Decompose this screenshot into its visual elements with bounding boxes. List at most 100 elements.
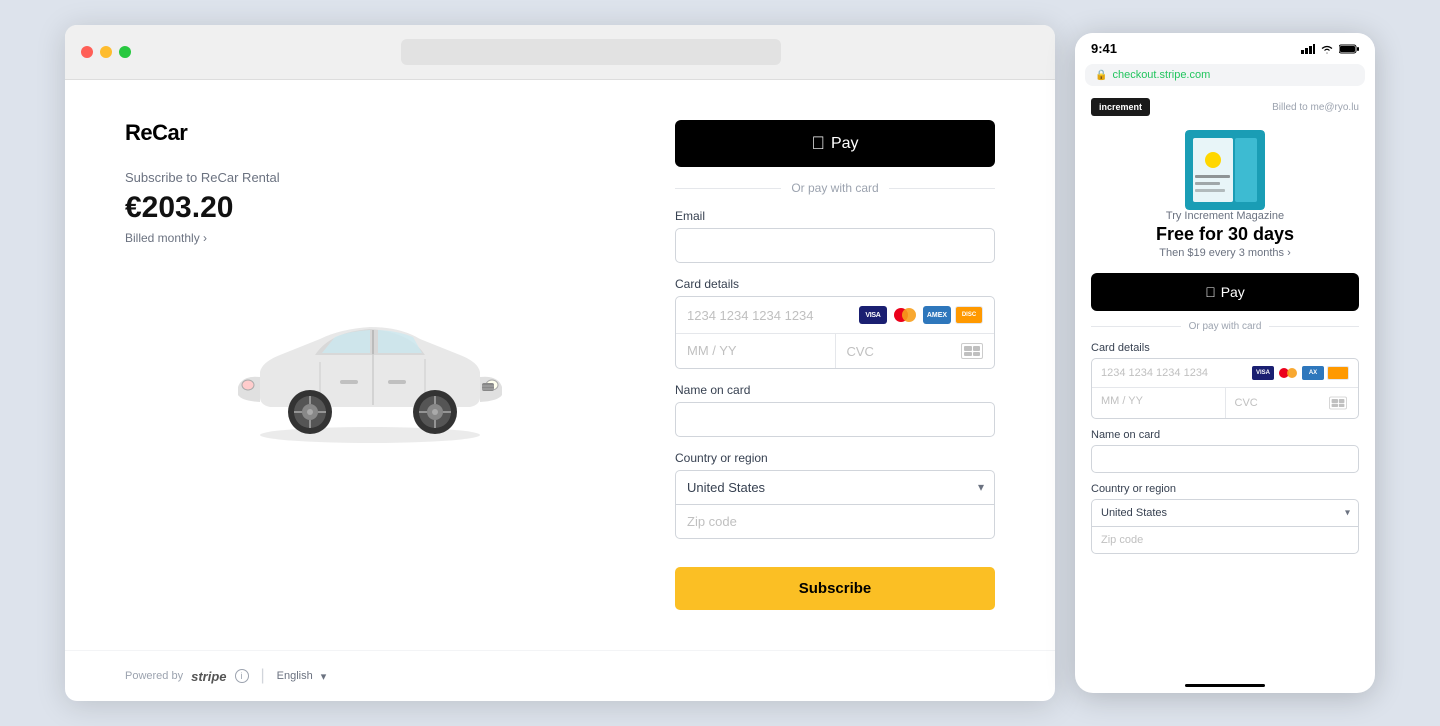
browser-footer: Powered by stripe i | English ▾ bbox=[65, 650, 1055, 701]
price: €203.20 bbox=[125, 191, 615, 225]
email-input[interactable] bbox=[675, 228, 995, 263]
mobile-expiry-cvc-row: MM / YY CVC bbox=[1092, 388, 1358, 418]
dot-minimize[interactable] bbox=[100, 46, 112, 58]
language-chevron-icon[interactable]: ▾ bbox=[321, 670, 327, 683]
cvc-chip-cell bbox=[973, 346, 981, 351]
mobile-divider-line-right bbox=[1269, 326, 1359, 327]
divider-line-right bbox=[889, 188, 995, 189]
mobile-cvc-chip-cell bbox=[1338, 399, 1344, 403]
powered-by-text: Powered by bbox=[125, 670, 183, 682]
mobile-frame: 9:41 🔒 checkout.strip bbox=[1075, 33, 1375, 693]
mobile-expiry[interactable]: MM / YY bbox=[1092, 388, 1226, 418]
mobile-country-label: Country or region bbox=[1091, 483, 1359, 495]
mobile-apple-logo-icon:  bbox=[1205, 284, 1216, 300]
mastercard-icon bbox=[891, 306, 919, 324]
email-label: Email bbox=[675, 209, 995, 223]
browser-window: ReCar Subscribe to ReCar Rental €203.20 … bbox=[65, 25, 1055, 701]
mc-circle-right bbox=[902, 308, 916, 322]
car-image bbox=[230, 287, 510, 447]
billed-to: Billed to me@ryo.lu bbox=[1272, 102, 1359, 113]
country-group: Country or region United States ▾ bbox=[675, 451, 995, 539]
mobile-cvc-chip-cell bbox=[1332, 403, 1338, 407]
mobile-content: increment Billed to me@ryo.lu Try Increm… bbox=[1075, 86, 1375, 674]
mobile-product-sub-arrow[interactable]: › bbox=[1287, 247, 1291, 259]
left-panel: ReCar Subscribe to ReCar Rental €203.20 … bbox=[125, 120, 615, 610]
name-label: Name on card bbox=[675, 383, 995, 397]
card-icons: VISA AMEX DISC bbox=[859, 306, 983, 324]
apple-pay-label: Pay bbox=[831, 135, 859, 153]
card-details-group: Card details 1234 1234 1234 1234 VISA AM… bbox=[675, 277, 995, 369]
card-expiry[interactable]: MM / YY bbox=[676, 334, 836, 368]
card-details-label: Card details bbox=[675, 277, 995, 291]
name-group: Name on card bbox=[675, 383, 995, 437]
dot-maximize[interactable] bbox=[119, 46, 131, 58]
right-panel:  Pay Or pay with card Email Card detail… bbox=[675, 120, 995, 610]
mobile-divider-row: Or pay with card bbox=[1091, 321, 1359, 332]
mobile-product-heading: Free for 30 days bbox=[1091, 224, 1359, 245]
signal-icon bbox=[1301, 44, 1315, 54]
amex-icon: AMEX bbox=[923, 306, 951, 324]
mobile-divider-text: Or pay with card bbox=[1189, 321, 1262, 332]
mobile-amex-icon: AX bbox=[1302, 366, 1324, 380]
mobile-mc-right bbox=[1287, 368, 1297, 378]
cvc-chip-cell bbox=[973, 352, 981, 357]
wifi-icon bbox=[1320, 44, 1334, 54]
cvc-chip-icon bbox=[961, 343, 983, 359]
mobile-country-select[interactable]: United States bbox=[1091, 499, 1359, 526]
browser-dots bbox=[81, 46, 131, 58]
stripe-logo: stripe bbox=[191, 669, 226, 684]
billed-monthly-link[interactable]: Billed monthly bbox=[125, 231, 207, 245]
mobile-zip-input[interactable] bbox=[1091, 526, 1359, 554]
mobile-mastercard-icon bbox=[1277, 366, 1299, 380]
mobile-product-sub-text: Then $19 every 3 months bbox=[1159, 247, 1284, 259]
mobile-name-input[interactable] bbox=[1091, 445, 1359, 473]
mobile-cvc-chip-cell bbox=[1338, 403, 1344, 407]
brand-logo: ReCar bbox=[125, 120, 615, 146]
card-number-row: 1234 1234 1234 1234 VISA AMEX DISC bbox=[676, 297, 994, 334]
zip-input[interactable] bbox=[675, 504, 995, 539]
mobile-product-title: Try Increment Magazine bbox=[1091, 210, 1359, 222]
mobile-disc-icon bbox=[1327, 366, 1349, 380]
mobile-cvc-chip-cell bbox=[1332, 399, 1338, 403]
divider-line-left bbox=[675, 188, 781, 189]
country-select[interactable]: United States bbox=[675, 470, 995, 504]
mobile-country-section: Country or region United States ▾ bbox=[1091, 483, 1359, 554]
visa-icon: VISA bbox=[859, 306, 887, 324]
apple-logo-icon:  bbox=[811, 133, 825, 154]
subscribe-button[interactable]: Subscribe bbox=[675, 567, 995, 610]
mobile-cvc[interactable]: CVC bbox=[1226, 388, 1359, 418]
cvc-placeholder: CVC bbox=[847, 344, 874, 359]
mobile-cvc-placeholder: CVC bbox=[1235, 397, 1258, 409]
status-icons bbox=[1301, 44, 1359, 54]
mobile-apple-pay-button[interactable]:  Pay bbox=[1091, 273, 1359, 311]
address-bar[interactable] bbox=[401, 39, 781, 65]
mobile-visa-icon: VISA bbox=[1252, 366, 1274, 380]
cvc-chip-cell bbox=[964, 346, 972, 351]
language-selector[interactable]: English bbox=[277, 670, 313, 682]
increment-logo: increment bbox=[1091, 98, 1150, 116]
country-select-wrapper: United States ▾ bbox=[675, 470, 995, 504]
mobile-country-wrapper: United States ▾ bbox=[1091, 499, 1359, 526]
apple-pay-button[interactable]:  Pay bbox=[675, 120, 995, 167]
mobile-url-text: checkout.stripe.com bbox=[1112, 69, 1210, 81]
name-input[interactable] bbox=[675, 402, 995, 437]
mobile-card-number-row: 1234 1234 1234 1234 VISA AX bbox=[1092, 359, 1358, 388]
card-details-box: 1234 1234 1234 1234 VISA AMEX DISC bbox=[675, 296, 995, 369]
card-cvc[interactable]: CVC bbox=[836, 334, 995, 368]
mobile-home-indicator[interactable] bbox=[1185, 684, 1265, 687]
checkout-content: ReCar Subscribe to ReCar Rental €203.20 … bbox=[65, 80, 1055, 650]
status-time: 9:41 bbox=[1091, 41, 1117, 56]
country-label: Country or region bbox=[675, 451, 995, 465]
info-icon[interactable]: i bbox=[235, 669, 249, 683]
battery-icon bbox=[1339, 44, 1359, 54]
mobile-product-sub: Then $19 every 3 months › bbox=[1091, 247, 1359, 259]
mobile-apple-pay-label: Pay bbox=[1221, 284, 1245, 300]
mobile-url-bar[interactable]: 🔒 checkout.stripe.com bbox=[1085, 64, 1365, 86]
product-book bbox=[1185, 130, 1265, 210]
divider-text: Or pay with card bbox=[791, 181, 878, 195]
mobile-name-label: Name on card bbox=[1091, 429, 1359, 441]
card-expiry-cvc-row: MM / YY CVC bbox=[676, 334, 994, 368]
subscribe-label: Subscribe to ReCar Rental bbox=[125, 170, 615, 185]
dot-close[interactable] bbox=[81, 46, 93, 58]
mobile-status-bar: 9:41 bbox=[1075, 33, 1375, 60]
